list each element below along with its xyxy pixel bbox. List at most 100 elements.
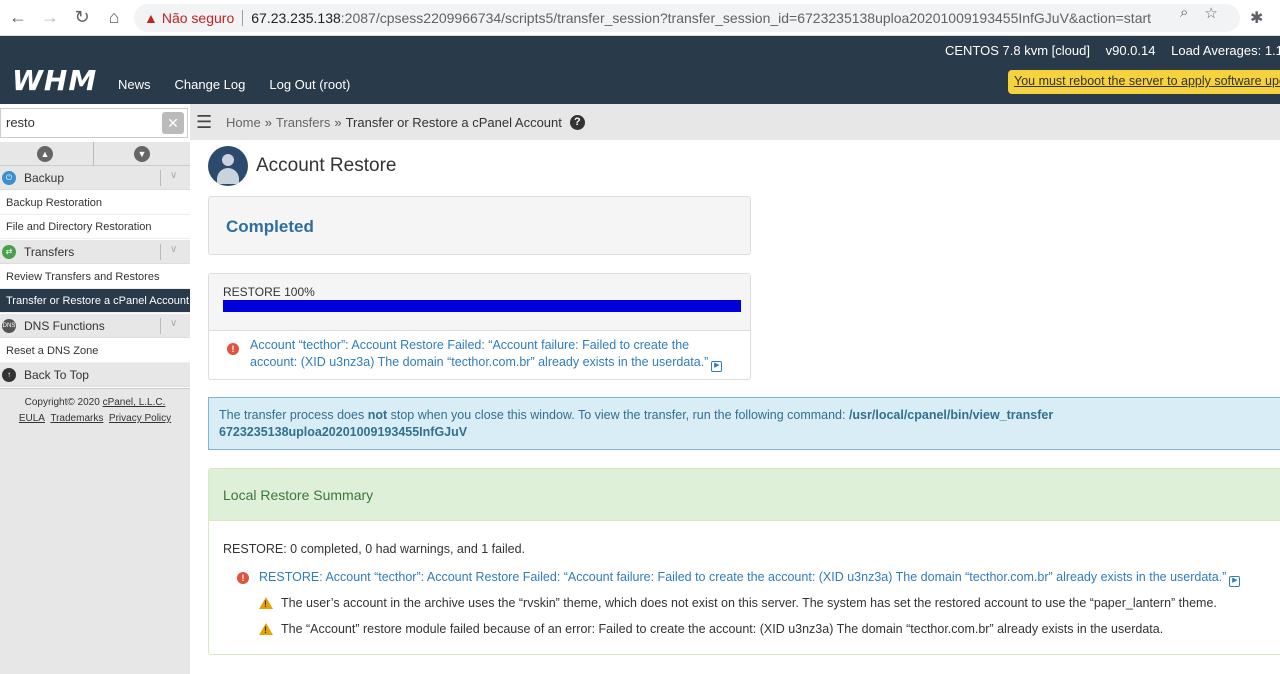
sidebar-item-review-transfers[interactable]: Review Transfers and Restores xyxy=(0,265,190,289)
category-dns[interactable]: DNS DNS Functions ∨ xyxy=(0,314,190,338)
summary-warning: The user’s account in the archive uses t… xyxy=(259,596,1217,610)
sidebar-item-file-dir-restoration[interactable]: File and Directory Restoration xyxy=(0,215,190,239)
account-restore-icon xyxy=(208,146,248,186)
nav-changelog[interactable]: Change Log xyxy=(175,77,246,92)
help-icon[interactable]: ? xyxy=(569,114,585,130)
collapse-all-icon[interactable]: ▲ xyxy=(37,146,53,162)
breadcrumb-home[interactable]: Home xyxy=(226,115,261,130)
back-to-top-label: Back To Top xyxy=(24,368,89,382)
summary-warning: The “Account” restore module failed beca… xyxy=(259,622,1163,636)
error-message: Account “tecthor”: Account Restore Faile… xyxy=(250,338,709,369)
warning-icon xyxy=(259,597,273,609)
page-header: Account Restore xyxy=(208,146,396,186)
chevron-down-icon[interactable]: ∨ xyxy=(170,318,177,329)
forward-icon[interactable]: → xyxy=(36,4,64,32)
progress-header: RESTORE 100% xyxy=(209,274,750,331)
backup-icon: ⏻ xyxy=(2,171,16,185)
version-info: v90.0.14 xyxy=(1105,43,1156,58)
whm-header: WHM News Change Log Log Out (root) CENTO… xyxy=(0,36,1280,104)
category-divider xyxy=(160,244,161,260)
expand-icon[interactable]: ▶ xyxy=(711,361,723,372)
nav-logout[interactable]: Log Out (root) xyxy=(269,77,350,92)
sidebar-item-backup-restoration[interactable]: Backup Restoration xyxy=(0,191,190,215)
expand-all-icon[interactable]: ▼ xyxy=(134,146,150,162)
restore-summary: Local Restore Summary RESTORE: 0 complet… xyxy=(208,468,1280,655)
warning-text: The user’s account in the archive uses t… xyxy=(281,596,1217,610)
info-bold: not xyxy=(367,408,388,422)
url-path: :2087/cpsess2209966734/scripts5/transfer… xyxy=(340,10,1152,26)
collapse-controls: ▲ ▼ xyxy=(0,142,190,166)
category-divider xyxy=(160,318,161,334)
collapse-divider xyxy=(93,142,94,166)
progress-panel: RESTORE 100% ! Account “tecthor”: Accoun… xyxy=(208,273,751,380)
arrow-up-icon: ↑ xyxy=(2,368,16,382)
page-title: Account Restore xyxy=(256,155,397,176)
category-label: Backup xyxy=(24,171,65,185)
not-secure-label[interactable]: Não seguro xyxy=(162,10,234,26)
progress-label: RESTORE 100% xyxy=(223,285,315,299)
category-divider xyxy=(160,170,161,186)
omnibox-actions: ⌕ ☆ xyxy=(1180,4,1218,22)
star-icon[interactable]: ☆ xyxy=(1204,4,1217,22)
chevron-down-icon[interactable]: ∨ xyxy=(170,170,177,181)
omnibox-divider xyxy=(242,10,244,26)
url-host: 67.23.235.138 xyxy=(251,10,341,26)
back-to-top[interactable]: ↑ Back To Top xyxy=(0,363,190,387)
sidebar-item-reset-dns[interactable]: Reset a DNS Zone xyxy=(0,339,190,363)
privacy-link[interactable]: Privacy Policy xyxy=(109,413,171,424)
dns-icon: DNS xyxy=(2,319,16,333)
error-icon: ! xyxy=(227,343,239,355)
info-prefix: The transfer process does xyxy=(219,408,368,422)
expand-icon[interactable]: ▶ xyxy=(1229,576,1241,587)
trademarks-link[interactable]: Trademarks xyxy=(50,413,103,424)
reboot-notice[interactable]: You must reboot the server to apply soft… xyxy=(1008,70,1280,94)
breadcrumb: Home » Transfers » Transfer or Restore a… xyxy=(226,114,585,130)
sidebar-search: ✕ xyxy=(0,108,188,138)
restore-error[interactable]: ! Account “tecthor”: Account Restore Fai… xyxy=(227,337,737,372)
eula-link[interactable]: EULA xyxy=(19,413,45,424)
puzzle-icon[interactable]: ✱ xyxy=(1250,8,1263,28)
summary-error-text: RESTORE: Account “tecthor”: Account Rest… xyxy=(259,570,1227,584)
warning-icon xyxy=(259,623,273,635)
breadcrumb-bar: ☰ Home » Transfers » Transfer or Restore… xyxy=(190,104,1280,140)
category-backup[interactable]: ⏻ Backup ∨ xyxy=(0,166,190,190)
reload-icon[interactable]: ↻ xyxy=(68,4,96,32)
status-panel: Completed xyxy=(208,196,751,255)
sidebar-footer: Copyright© 2020 cPanel, L.L.C. EULA Trad… xyxy=(0,388,190,674)
summary-title: Local Restore Summary xyxy=(209,469,1280,521)
info-middle: stop when you close this window. To view… xyxy=(387,408,849,422)
info-alert: The transfer process does not stop when … xyxy=(208,397,1280,450)
warning-icon: ▲ xyxy=(144,10,158,26)
zoom-icon[interactable]: ⌕ xyxy=(1180,4,1188,22)
sidebar: ✕ ▲ ▼ ⏻ Backup ∨ Backup Restoration File… xyxy=(0,104,190,674)
browser-toolbar: ← → ↻ ⌂ ▲ Não seguro 67.23.235.138 :2087… xyxy=(0,0,1280,36)
system-info: CENTOS 7.8 kvm [cloud] v90.0.14 Load Ave… xyxy=(945,43,1280,58)
error-icon: ! xyxy=(237,572,249,584)
nav-news[interactable]: News xyxy=(118,77,151,92)
summary-error[interactable]: ! RESTORE: Account “tecthor”: Account Re… xyxy=(237,570,1241,587)
sidebar-item-transfer-restore[interactable]: Transfer or Restore a cPanel Account xyxy=(0,289,190,313)
breadcrumb-separator: » xyxy=(334,114,342,130)
back-icon[interactable]: ← xyxy=(4,4,32,32)
menu-toggle-icon[interactable]: ☰ xyxy=(196,112,216,133)
breadcrumb-separator: » xyxy=(264,114,272,130)
chevron-down-icon[interactable]: ∨ xyxy=(170,244,177,255)
status-text: Completed xyxy=(226,217,314,236)
home-icon[interactable]: ⌂ xyxy=(100,4,128,32)
category-label: DNS Functions xyxy=(24,319,105,333)
breadcrumb-transfers[interactable]: Transfers xyxy=(276,115,330,130)
category-transfers[interactable]: ⇄ Transfers ∨ xyxy=(0,240,190,264)
warning-text: The “Account” restore module failed beca… xyxy=(281,622,1164,636)
search-input[interactable] xyxy=(1,109,151,135)
os-info: CENTOS 7.8 kvm [cloud] xyxy=(945,43,1090,58)
copyright-text: Copyright© 2020 xyxy=(24,397,100,408)
progress-fill xyxy=(223,300,741,312)
category-label: Transfers xyxy=(24,245,75,259)
top-nav: News Change Log Log Out (root) xyxy=(118,77,350,92)
progress-bar xyxy=(223,300,741,312)
clear-icon[interactable]: ✕ xyxy=(162,112,184,134)
company-link[interactable]: cPanel, L.L.C. xyxy=(103,397,166,408)
breadcrumb-current: Transfer or Restore a cPanel Account xyxy=(345,114,562,130)
address-bar[interactable]: ▲ Não seguro 67.23.235.138 :2087/cpsess2… xyxy=(134,4,1240,32)
whm-logo[interactable]: WHM xyxy=(12,64,97,97)
